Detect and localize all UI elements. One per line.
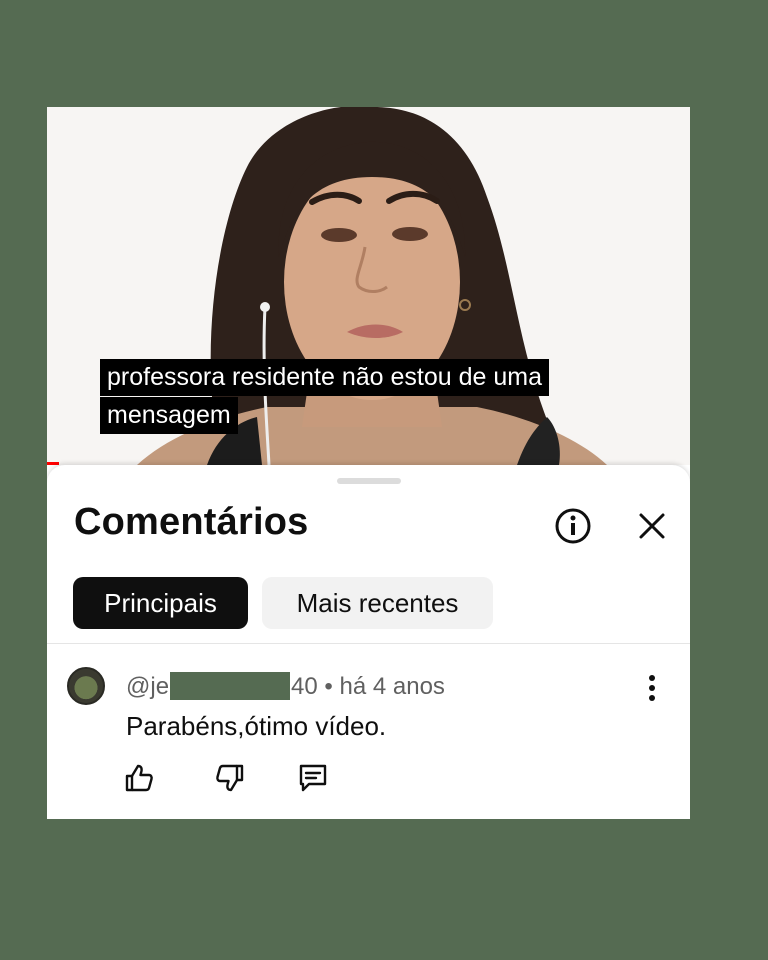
more-options-icon[interactable] [641, 671, 663, 705]
app-screenshot: professora residente não estou de uma me… [47, 107, 690, 819]
thumbs-up-icon[interactable] [122, 761, 156, 795]
author-prefix: @je [126, 673, 170, 700]
redaction-block [170, 672, 291, 700]
comment-meta: @je 40 • há 4 anos [126, 672, 445, 701]
caption-line-2: mensagem [100, 397, 238, 434]
meta-separator: • [324, 673, 333, 700]
thumbs-down-icon[interactable] [213, 761, 247, 795]
drag-handle[interactable] [337, 478, 401, 484]
video-player[interactable]: professora residente não estou de uma me… [47, 107, 690, 465]
progress-bar[interactable] [47, 462, 59, 465]
comment-text: Parabéns,ótimo vídeo. [126, 711, 387, 741]
author-suffix: 40 [291, 673, 318, 700]
close-icon[interactable] [635, 509, 669, 543]
comments-title: Comentários [74, 501, 309, 543]
divider [47, 643, 690, 644]
filter-chip-principais[interactable]: Principais [73, 577, 248, 629]
caption-line-1: professora residente não estou de uma [100, 359, 549, 396]
filter-chip-mais-recentes[interactable]: Mais recentes [262, 577, 493, 629]
comments-sheet: Comentários Principais Mais recentes @je… [47, 465, 690, 819]
avatar[interactable] [67, 667, 105, 705]
reply-icon[interactable] [296, 761, 330, 795]
info-icon[interactable] [554, 507, 592, 545]
comment-author[interactable]: @je 40 [126, 672, 318, 700]
comment-time: há 4 anos [339, 673, 445, 700]
